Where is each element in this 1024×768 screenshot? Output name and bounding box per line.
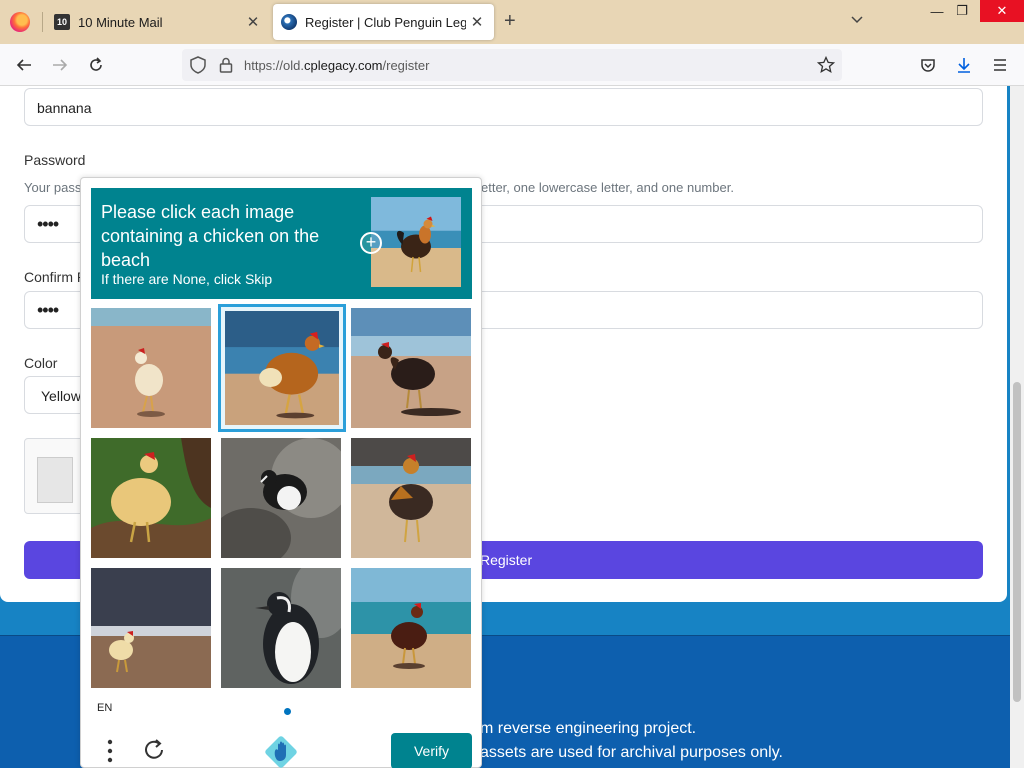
pocket-icon[interactable]	[916, 53, 940, 77]
password-label: Password	[24, 152, 86, 168]
captcha-prompt-text: Please click each image containing a chi…	[101, 202, 320, 270]
url-bar[interactable]: https://old.cplegacy.com/register	[182, 49, 842, 81]
tab-separator	[42, 12, 43, 32]
captcha-tile-penguin[interactable]	[221, 568, 341, 688]
back-arrow-icon[interactable]	[12, 53, 36, 77]
captcha-prompt: Please click each image containing a chi…	[91, 188, 472, 299]
tab-register-club-penguin[interactable]: Register | Club Penguin Legacy ✕	[273, 4, 494, 40]
captcha-challenge-dialog: Please click each image containing a chi…	[80, 177, 482, 768]
captcha-tile-chicken-on-beach[interactable]	[91, 308, 211, 428]
verify-button[interactable]: Verify	[391, 733, 472, 768]
confirm-password-label: Confirm P	[24, 269, 87, 285]
captcha-tile-chicken-on-beach[interactable]	[351, 438, 471, 558]
captcha-checkbox[interactable]	[37, 457, 73, 503]
tab-title: Register | Club Penguin Legacy	[305, 14, 466, 30]
close-icon[interactable]: ✕	[466, 13, 488, 31]
captcha-tile-penguin[interactable]	[221, 438, 341, 558]
hcaptcha-logo-icon[interactable]	[265, 736, 297, 768]
club-penguin-icon	[281, 14, 297, 30]
hamburger-menu-icon[interactable]	[988, 53, 1012, 77]
tab-strip: 10 10 Minute Mail ✕ Register | Club Peng…	[0, 0, 1024, 44]
url-text[interactable]: https://old.cplegacy.com/register	[244, 58, 429, 73]
username-input[interactable]: bannana	[24, 88, 983, 126]
captcha-tile-chicken-on-beach[interactable]	[351, 568, 471, 688]
color-label: Color	[24, 355, 58, 371]
language-selector[interactable]: EN	[97, 702, 112, 714]
captcha-tile-chicken-on-beach[interactable]	[91, 568, 211, 688]
captcha-tile-chicken-on-beach-selected[interactable]	[218, 304, 346, 432]
lock-icon[interactable]	[216, 55, 236, 75]
page-indicator-dot	[284, 708, 291, 715]
chevron-down-icon[interactable]	[850, 12, 864, 29]
example-image	[371, 197, 461, 287]
footer-line-2: assets are used for archival purposes on…	[480, 744, 783, 761]
refresh-icon[interactable]	[141, 737, 167, 763]
captcha-tile-chicken-on-branch[interactable]	[91, 438, 211, 558]
bookmark-star-icon[interactable]	[816, 55, 836, 75]
password-hint-left: Your pass	[24, 180, 82, 195]
reload-icon[interactable]	[84, 53, 108, 77]
footer-line-1: m reverse engineering project.	[480, 720, 697, 737]
more-options-icon[interactable]	[103, 738, 117, 764]
ten-minute-mail-icon: 10	[54, 14, 70, 30]
restore-icon[interactable]: ❐	[947, 0, 977, 22]
new-tab-icon[interactable]: +	[504, 10, 516, 33]
close-icon[interactable]: ✕	[242, 13, 264, 31]
password-hint-right: etter, one lowercase letter, and one num…	[481, 180, 734, 195]
page-scrollbar[interactable]	[1010, 86, 1024, 768]
window-close-icon[interactable]: ✕	[980, 0, 1024, 22]
scrollbar-thumb[interactable]	[1013, 382, 1021, 702]
firefox-logo-icon[interactable]	[10, 12, 30, 32]
forward-arrow-icon[interactable]	[48, 53, 72, 77]
download-icon[interactable]	[952, 53, 976, 77]
register-button-label: Register	[480, 552, 533, 568]
shield-icon[interactable]	[188, 55, 208, 75]
captcha-tile-chicken-on-beach[interactable]	[351, 308, 471, 428]
captcha-prompt-subtext: If there are None, click Skip	[101, 271, 273, 287]
navigation-toolbar: https://old.cplegacy.com/register	[0, 44, 1024, 86]
tab-title: 10 Minute Mail	[78, 14, 163, 30]
plus-icon[interactable]: +	[360, 232, 382, 254]
tab-10-minute-mail[interactable]: 10 10 Minute Mail ✕	[44, 4, 270, 40]
